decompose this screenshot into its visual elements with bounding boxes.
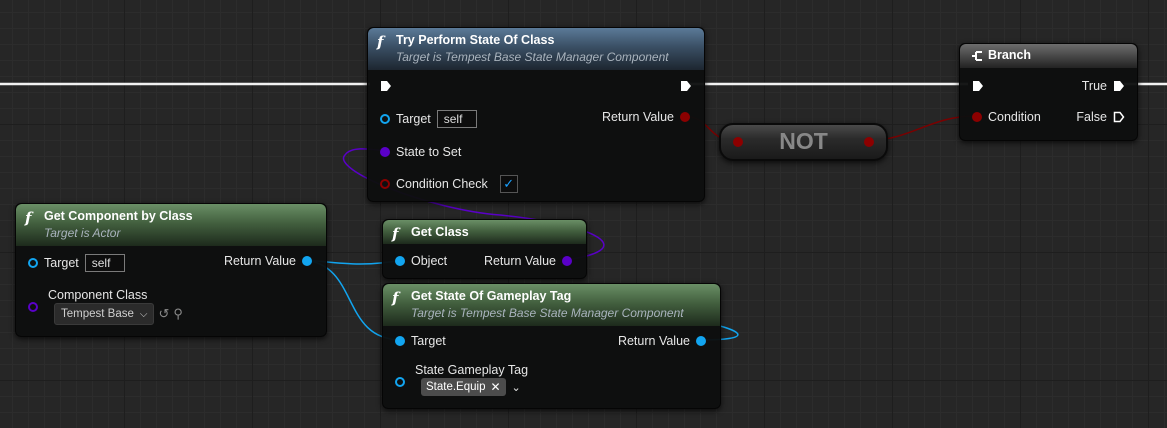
- state-gameplay-tag-pin[interactable]: [395, 372, 405, 392]
- branch-icon: [972, 51, 982, 61]
- object-pin[interactable]: Object: [395, 251, 453, 271]
- target-label: Target: [44, 256, 79, 270]
- node-title: NOT: [779, 128, 828, 154]
- node-try-perform-state[interactable]: f Try Perform State Of Class Target is T…: [367, 27, 705, 202]
- chevron-down-icon: ⌵: [139, 308, 148, 320]
- function-icon: f: [25, 209, 32, 227]
- gameplay-tag-value: State.Equip: [426, 381, 486, 393]
- component-class-dropdown[interactable]: Tempest Base ⌵: [54, 303, 155, 325]
- return-value-label: Return Value: [223, 254, 296, 268]
- exec-arrow-icon: [681, 81, 691, 91]
- target-pin[interactable]: Target self: [28, 253, 125, 273]
- exec-out-pin[interactable]: [680, 76, 692, 96]
- function-icon: f: [377, 33, 384, 51]
- target-label: Target: [411, 334, 446, 348]
- return-value-pin[interactable]: Return Value: [612, 331, 706, 351]
- class-pin-icon: [380, 147, 390, 157]
- node-header[interactable]: f Get Component by Class Target is Actor: [16, 204, 326, 246]
- component-class-value: Tempest Base: [61, 308, 134, 320]
- search-icon[interactable]: ⚲: [173, 306, 183, 322]
- false-label: False: [1076, 110, 1107, 124]
- state-gameplay-tag-label: State Gameplay Tag: [415, 363, 529, 377]
- condition-check-label: Condition Check: [396, 177, 488, 191]
- false-exec-pin[interactable]: False: [1070, 107, 1125, 127]
- node-subtitle: Target is Tempest Base State Manager Com…: [411, 306, 684, 320]
- component-class-pin[interactable]: [28, 297, 38, 317]
- object-pin-icon: [28, 258, 38, 268]
- node-get-state-of-gameplay-tag[interactable]: f Get State Of Gameplay Tag Target is Te…: [382, 283, 721, 409]
- node-title: Get Component by Class: [44, 209, 193, 223]
- object-pin-icon: [395, 256, 405, 266]
- gameplay-tag-picker[interactable]: State.Equip ✕ ⌄: [421, 377, 521, 397]
- node-header[interactable]: f Get State Of Gameplay Tag Target is Te…: [383, 284, 720, 326]
- exec-in-pin[interactable]: [972, 76, 984, 96]
- gameplay-tag-chip[interactable]: State.Equip ✕: [421, 378, 506, 396]
- state-to-set-pin[interactable]: State to Set: [380, 142, 467, 162]
- node-title: Get State Of Gameplay Tag: [411, 289, 572, 303]
- object-pin-icon: [395, 336, 405, 346]
- return-value-label: Return Value: [617, 334, 690, 348]
- exec-in-pin[interactable]: [380, 76, 392, 96]
- use-selected-icon[interactable]: ↺: [158, 306, 169, 322]
- bool-pin-icon: [972, 112, 982, 122]
- component-class-label-row: Component Class: [48, 285, 147, 305]
- return-value-pin[interactable]: Return Value: [478, 251, 572, 271]
- state-to-set-label: State to Set: [396, 145, 462, 159]
- node-header[interactable]: f Get Class: [383, 220, 586, 244]
- object-label: Object: [411, 254, 448, 268]
- node-subtitle: Target is Actor: [44, 226, 121, 240]
- object-pin-icon: [302, 256, 312, 266]
- close-icon[interactable]: ✕: [490, 380, 500, 394]
- bool-pin-icon: [680, 112, 690, 122]
- bool-pin-icon: [380, 179, 390, 189]
- exec-arrow-hollow-icon: [1113, 111, 1125, 123]
- condition-label: Condition: [988, 110, 1041, 124]
- component-class-picker[interactable]: Tempest Base ⌵ ↺ ⚲: [54, 303, 183, 325]
- return-value-pin[interactable]: Return Value: [218, 251, 312, 271]
- target-value-field[interactable]: self: [436, 110, 477, 128]
- class-pin-icon: [562, 256, 572, 266]
- true-label: True: [1081, 79, 1107, 93]
- node-header[interactable]: Branch: [960, 44, 1137, 68]
- node-subtitle: Target is Tempest Base State Manager Com…: [396, 50, 669, 64]
- bool-pin-icon[interactable]: [864, 137, 874, 147]
- function-icon: f: [392, 289, 399, 307]
- return-value-label: Return Value: [601, 110, 674, 124]
- exec-arrow-icon: [973, 81, 983, 91]
- node-not[interactable]: NOT: [719, 123, 888, 161]
- condition-check-checkbox[interactable]: ✓: [499, 175, 518, 193]
- node-branch[interactable]: Branch True Condition False: [959, 43, 1138, 141]
- object-pin-icon: [696, 336, 706, 346]
- chevron-down-icon[interactable]: ⌄: [512, 381, 521, 394]
- condition-check-pin[interactable]: Condition Check ✓: [380, 174, 518, 194]
- exec-arrow-icon: [381, 81, 391, 91]
- struct-pin-icon: [395, 377, 405, 387]
- class-pin-icon: [28, 302, 38, 312]
- true-exec-pin[interactable]: True: [1076, 76, 1125, 96]
- function-icon: f: [392, 225, 399, 243]
- target-value-field[interactable]: self: [84, 254, 125, 272]
- exec-arrow-icon: [1114, 81, 1124, 91]
- node-title: Try Perform State Of Class: [396, 33, 555, 47]
- component-class-label: Component Class: [48, 288, 148, 302]
- target-pin[interactable]: Target: [395, 331, 452, 351]
- return-value-label: Return Value: [483, 254, 556, 268]
- object-pin-icon: [380, 114, 390, 124]
- node-title: Get Class: [411, 225, 469, 239]
- target-label: Target: [396, 112, 431, 126]
- condition-pin[interactable]: Condition: [972, 107, 1047, 127]
- node-header[interactable]: f Try Perform State Of Class Target is T…: [368, 28, 704, 70]
- node-get-class[interactable]: f Get Class Object Return Value: [382, 219, 587, 279]
- return-value-pin[interactable]: Return Value: [596, 107, 690, 127]
- node-title: Branch: [988, 48, 1032, 62]
- target-pin[interactable]: Target self: [380, 109, 477, 129]
- node-get-component-by-class[interactable]: f Get Component by Class Target is Actor…: [15, 203, 327, 337]
